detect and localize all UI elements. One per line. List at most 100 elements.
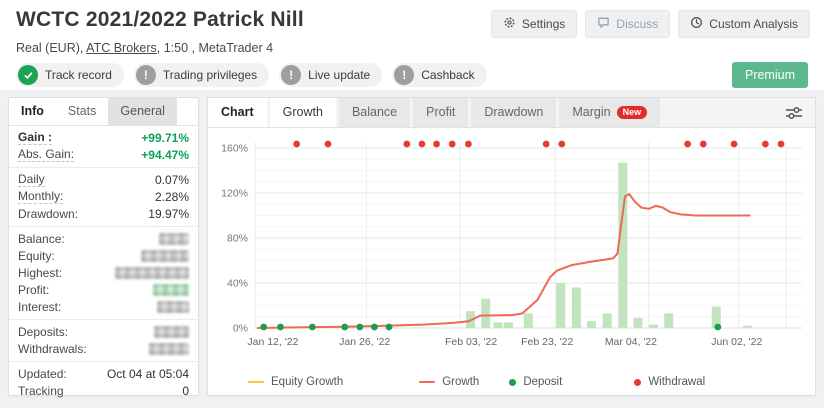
legend-label: Growth [442, 376, 479, 388]
deposits-label: Deposits: [18, 325, 68, 339]
discuss-button[interactable]: Discuss [585, 10, 670, 38]
badge-label: Trading privileges [163, 68, 257, 82]
daily-value: 0.07% [155, 173, 189, 187]
growth-swatch [419, 381, 435, 383]
legend-equity-growth[interactable]: Equity Growth [248, 376, 343, 388]
subtitle-suffix: , 1:50 , MetaTrader 4 [157, 41, 273, 55]
chart-settings-icon[interactable] [785, 105, 803, 124]
stat-row-tracking: Tracking 0 [9, 382, 198, 399]
chart-legend: Equity Growth Growth Deposit Withdrawal [208, 376, 815, 388]
legend-label: Withdrawal [648, 376, 705, 388]
tab-general[interactable]: General [108, 98, 176, 125]
exclamation-icon: ! [394, 65, 414, 85]
tab-growth[interactable]: Growth [270, 98, 336, 127]
svg-text:Feb 23, '22: Feb 23, '22 [521, 336, 573, 348]
page-header: WCTC 2021/2022 Patrick Nill Settings Dis… [0, 0, 824, 90]
stat-row-highest: Highest: [9, 264, 198, 281]
legend-withdrawal[interactable]: Withdrawal [634, 376, 705, 388]
badge-trading-privileges[interactable]: ! Trading privileges [134, 63, 269, 87]
svg-text:80%: 80% [227, 233, 248, 245]
badge-live-update[interactable]: ! Live update [279, 63, 382, 87]
drawdown-value: 19.97% [148, 207, 189, 221]
interest-label: Interest: [18, 300, 61, 314]
badge-label: Cashback [421, 68, 474, 82]
profit-label: Profit: [18, 283, 49, 297]
stat-row-withdrawals: Withdrawals: [9, 340, 198, 357]
stat-row-drawdown: Drawdown: 19.97% [9, 205, 198, 222]
highest-value-redacted [115, 267, 189, 279]
tab-balance[interactable]: Balance [339, 98, 410, 127]
tracking-value: 0 [182, 384, 189, 398]
tab-margin[interactable]: Margin New [559, 98, 660, 127]
svg-text:Jun 02, '22: Jun 02, '22 [711, 336, 762, 348]
custom-analysis-button[interactable]: Custom Analysis [678, 10, 810, 38]
divider [9, 167, 198, 168]
highest-label: Highest: [18, 266, 62, 280]
legend-label: Equity Growth [271, 376, 343, 388]
page-title: WCTC 2021/2022 Patrick Nill [16, 8, 304, 32]
daily-label[interactable]: Daily [18, 172, 45, 187]
drawdown-label: Drawdown: [18, 207, 78, 221]
equity-label: Equity: [18, 249, 55, 263]
tracking-label: Tracking [18, 384, 64, 398]
updated-value: Oct 04 at 05:04 [107, 367, 189, 381]
tab-stats[interactable]: Stats [56, 98, 109, 125]
speech-bubble-icon [597, 16, 610, 32]
svg-text:40%: 40% [227, 278, 248, 290]
stat-row-deposits: Deposits: [9, 323, 198, 340]
legend-growth[interactable]: Growth [419, 376, 479, 388]
svg-text:Mar 04, '22: Mar 04, '22 [605, 336, 657, 348]
chart-panel: Chart Growth Balance Profit Drawdown Mar… [207, 97, 816, 396]
profit-value-redacted [153, 284, 189, 296]
balance-value-redacted [159, 233, 189, 245]
clock-icon [690, 16, 703, 32]
exclamation-icon: ! [136, 65, 156, 85]
equity-growth-swatch [248, 381, 264, 383]
content-area: Info Stats General Gain : +99.71% Abs. G… [0, 90, 824, 408]
badge-track-record[interactable]: Track record [16, 63, 124, 87]
monthly-label[interactable]: Monthly: [18, 189, 63, 204]
tab-drawdown[interactable]: Drawdown [471, 98, 556, 127]
svg-text:120%: 120% [221, 188, 248, 200]
badge-cashback[interactable]: ! Cashback [392, 63, 486, 87]
stat-row-interest: Interest: [9, 298, 198, 315]
balance-label: Balance: [18, 232, 65, 246]
gear-icon [503, 16, 516, 32]
stat-row-gain: Gain : +99.71% [9, 129, 198, 146]
badge-label: Live update [308, 68, 370, 82]
exclamation-icon: ! [281, 65, 301, 85]
verification-badges: Track record ! Trading privileges ! Live… [16, 63, 487, 87]
discuss-label: Discuss [616, 17, 658, 31]
account-subtitle: Real (EUR), ATC Brokers, 1:50 , MetaTrad… [16, 41, 273, 55]
gain-label[interactable]: Gain : [18, 130, 52, 145]
divider [9, 319, 198, 320]
stat-row-updated: Updated: Oct 04 at 05:04 [9, 365, 198, 382]
divider [9, 226, 198, 227]
chart-tabs: Chart Growth Balance Profit Drawdown Mar… [208, 98, 815, 128]
tab-info[interactable]: Info [9, 98, 56, 125]
equity-value-redacted [141, 250, 189, 262]
broker-link[interactable]: ATC Brokers [86, 41, 157, 55]
tab-margin-label: Margin [572, 98, 610, 127]
monthly-value: 2.28% [155, 190, 189, 204]
stat-row-monthly: Monthly: 2.28% [9, 188, 198, 205]
legend-deposit[interactable]: Deposit [509, 376, 562, 388]
tab-profit[interactable]: Profit [413, 98, 468, 127]
deposit-dot-swatch [509, 379, 516, 386]
stat-row-profit: Profit: [9, 281, 198, 298]
withdrawals-value-redacted [149, 343, 189, 355]
header-actions: Settings Discuss Custom Analysis [491, 10, 810, 38]
interest-value-redacted [157, 301, 189, 313]
abs-gain-label[interactable]: Abs. Gain: [18, 147, 74, 162]
premium-button[interactable]: Premium [732, 62, 808, 88]
gain-value: +99.71% [141, 131, 189, 145]
svg-text:0%: 0% [233, 323, 248, 335]
abs-gain-value: +94.47% [141, 148, 189, 162]
new-badge: New [617, 106, 648, 119]
deposits-value-redacted [154, 326, 189, 338]
stats-sidebar: Info Stats General Gain : +99.71% Abs. G… [8, 97, 199, 396]
settings-button[interactable]: Settings [491, 10, 577, 38]
svg-text:Jan 12, '22: Jan 12, '22 [247, 336, 298, 348]
svg-text:160%: 160% [221, 143, 248, 155]
stat-row-balance: Balance: [9, 230, 198, 247]
